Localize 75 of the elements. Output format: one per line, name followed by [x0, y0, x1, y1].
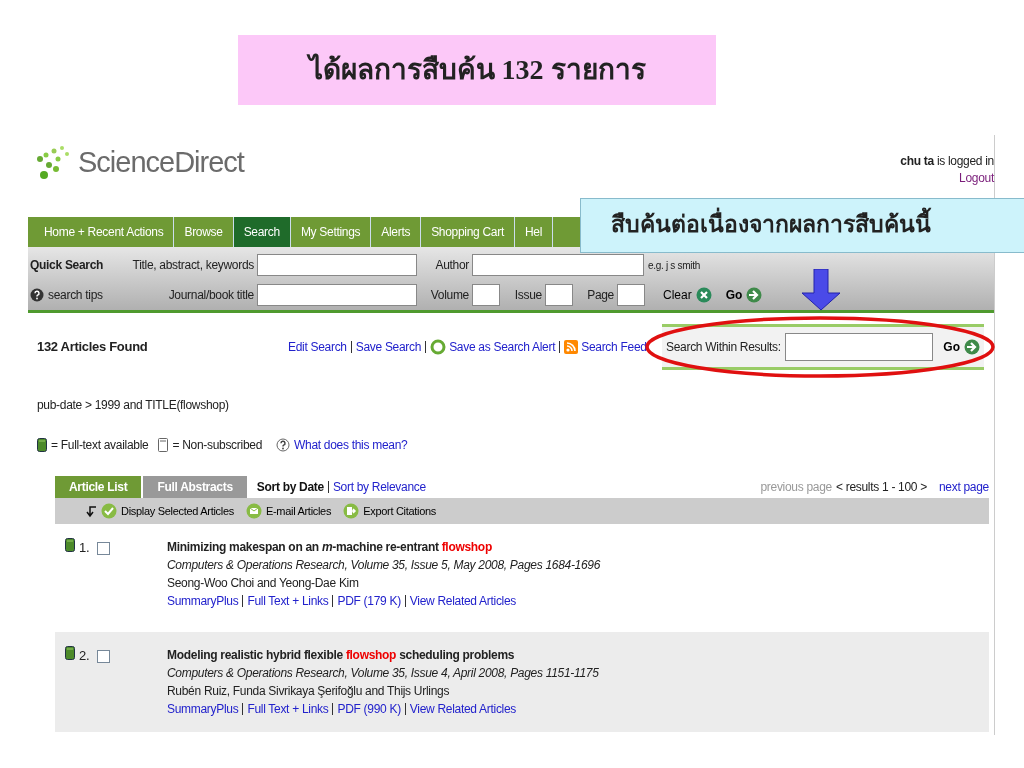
toolbar-button[interactable]: E-mail Articles: [245, 502, 332, 520]
search-link[interactable]: Edit Search: [288, 338, 347, 356]
article-link[interactable]: SummaryPlus: [167, 700, 239, 718]
export-icon: [343, 503, 360, 519]
search-link[interactable]: Save as Search Alert: [449, 338, 556, 356]
toolbar-button[interactable]: Display Selected Articles: [101, 502, 234, 520]
field-label: Issue: [514, 288, 542, 302]
article-title[interactable]: Modeling realistic hybrid flexible flowshop scheduling problems: [167, 646, 599, 664]
help-icon: [276, 438, 290, 452]
ring-icon: [430, 339, 447, 355]
authors-text: Seong-Woo Choi and Yeong-Dae Kim: [167, 575, 360, 592]
clear-button[interactable]: Clear: [663, 286, 712, 304]
slide-title: ได้ผลการสืบค้น 132 รายการ: [238, 35, 716, 105]
authors-text: Rubén Ruiz, Funda Sivrikaya Şerifoğlu and Thijs Urlings: [167, 683, 451, 700]
field-label: Journal/book title: [168, 288, 254, 302]
field-label: Author: [435, 258, 469, 272]
article-link[interactable]: Full Text + Links: [247, 700, 329, 718]
next-page-link[interactable]: next page: [939, 478, 989, 496]
close-icon: [695, 287, 712, 303]
toolbar-button[interactable]: Export Citations: [343, 502, 436, 520]
item-number: 1.: [79, 539, 90, 557]
legend-text: = Full-text available: [51, 437, 149, 454]
document-icon: [37, 438, 47, 452]
go-arrow-icon[interactable]: [964, 339, 980, 355]
item-number: 2.: [79, 647, 90, 665]
text-field[interactable]: [257, 284, 417, 306]
quick-search-title: Quick Search: [30, 257, 105, 274]
document-icon: [65, 646, 75, 660]
article-title[interactable]: Minimizing makespan on an m-machine re-entrant flowshop: [167, 538, 601, 556]
document-icon: [65, 538, 75, 552]
text-field[interactable]: [472, 284, 500, 306]
search-within-field[interactable]: [784, 333, 933, 361]
field-label: Search Within Results:: [666, 339, 781, 356]
search-link[interactable]: Save Search: [355, 338, 422, 356]
article-link[interactable]: PDF (990 K): [337, 700, 401, 718]
article-link[interactable]: PDF (179 K): [337, 592, 401, 610]
article-link[interactable]: SummaryPlus: [167, 592, 239, 610]
search-tips-link[interactable]: search tips: [48, 286, 103, 304]
field-label: Page: [587, 288, 614, 302]
help-link[interactable]: What does this mean?: [294, 436, 408, 454]
hint-text: e.g. j s smith: [648, 258, 700, 273]
sort-link[interactable]: Sort by Date: [256, 478, 324, 496]
corner-arrow-icon: [85, 504, 97, 518]
source-text: Computers & Operations Research, Volume 35, Issue 5, May 2008, Pages 1684-1696: [167, 557, 601, 574]
logo-text: ScienceDirect: [78, 145, 244, 180]
article-link[interactable]: View Related Articles: [409, 700, 517, 718]
source-text: Computers & Operations Research, Volume 35, Issue 4, April 2008, Pages 1151-1175: [167, 665, 599, 682]
mail-icon: [245, 503, 262, 519]
results-count: 132 Articles Found: [37, 338, 149, 357]
nav-tab[interactable]: Search: [233, 217, 291, 247]
login-status: chu ta is logged in: [900, 153, 994, 170]
results-range: < results 1 - 100 >: [835, 479, 927, 496]
rss-icon: [564, 340, 579, 354]
logout-link[interactable]: Logout: [900, 170, 994, 187]
check-icon: [101, 503, 117, 519]
field-label: Title, abstract, keywords: [132, 258, 254, 272]
field-label: Volume: [430, 288, 469, 302]
query-text: pub-date > 1999 and TITLE(flowshop): [37, 397, 230, 414]
search-link[interactable]: Search Feed: [581, 338, 647, 356]
callout-box: สืบค้นต่อเนื่องจากผลการสืบค้นนี้: [580, 198, 1024, 253]
document-outline-icon: [158, 438, 169, 452]
text-field[interactable]: [617, 284, 645, 306]
text-field[interactable]: [257, 254, 417, 276]
sort-link[interactable]: Sort by Relevance: [332, 478, 426, 496]
article-link[interactable]: Full Text + Links: [247, 592, 329, 610]
go-button[interactable]: Go: [943, 338, 980, 356]
text-field[interactable]: [545, 284, 573, 306]
help-icon: [30, 288, 44, 302]
go-button[interactable]: Go: [725, 286, 763, 304]
down-arrow-icon: [799, 269, 843, 311]
article-link[interactable]: View Related Articles: [409, 592, 517, 610]
text-field[interactable]: [472, 254, 644, 276]
checkbox[interactable]: [97, 542, 111, 555]
checkbox[interactable]: [97, 650, 111, 663]
legend-text: = Non-subscribed: [172, 437, 262, 454]
